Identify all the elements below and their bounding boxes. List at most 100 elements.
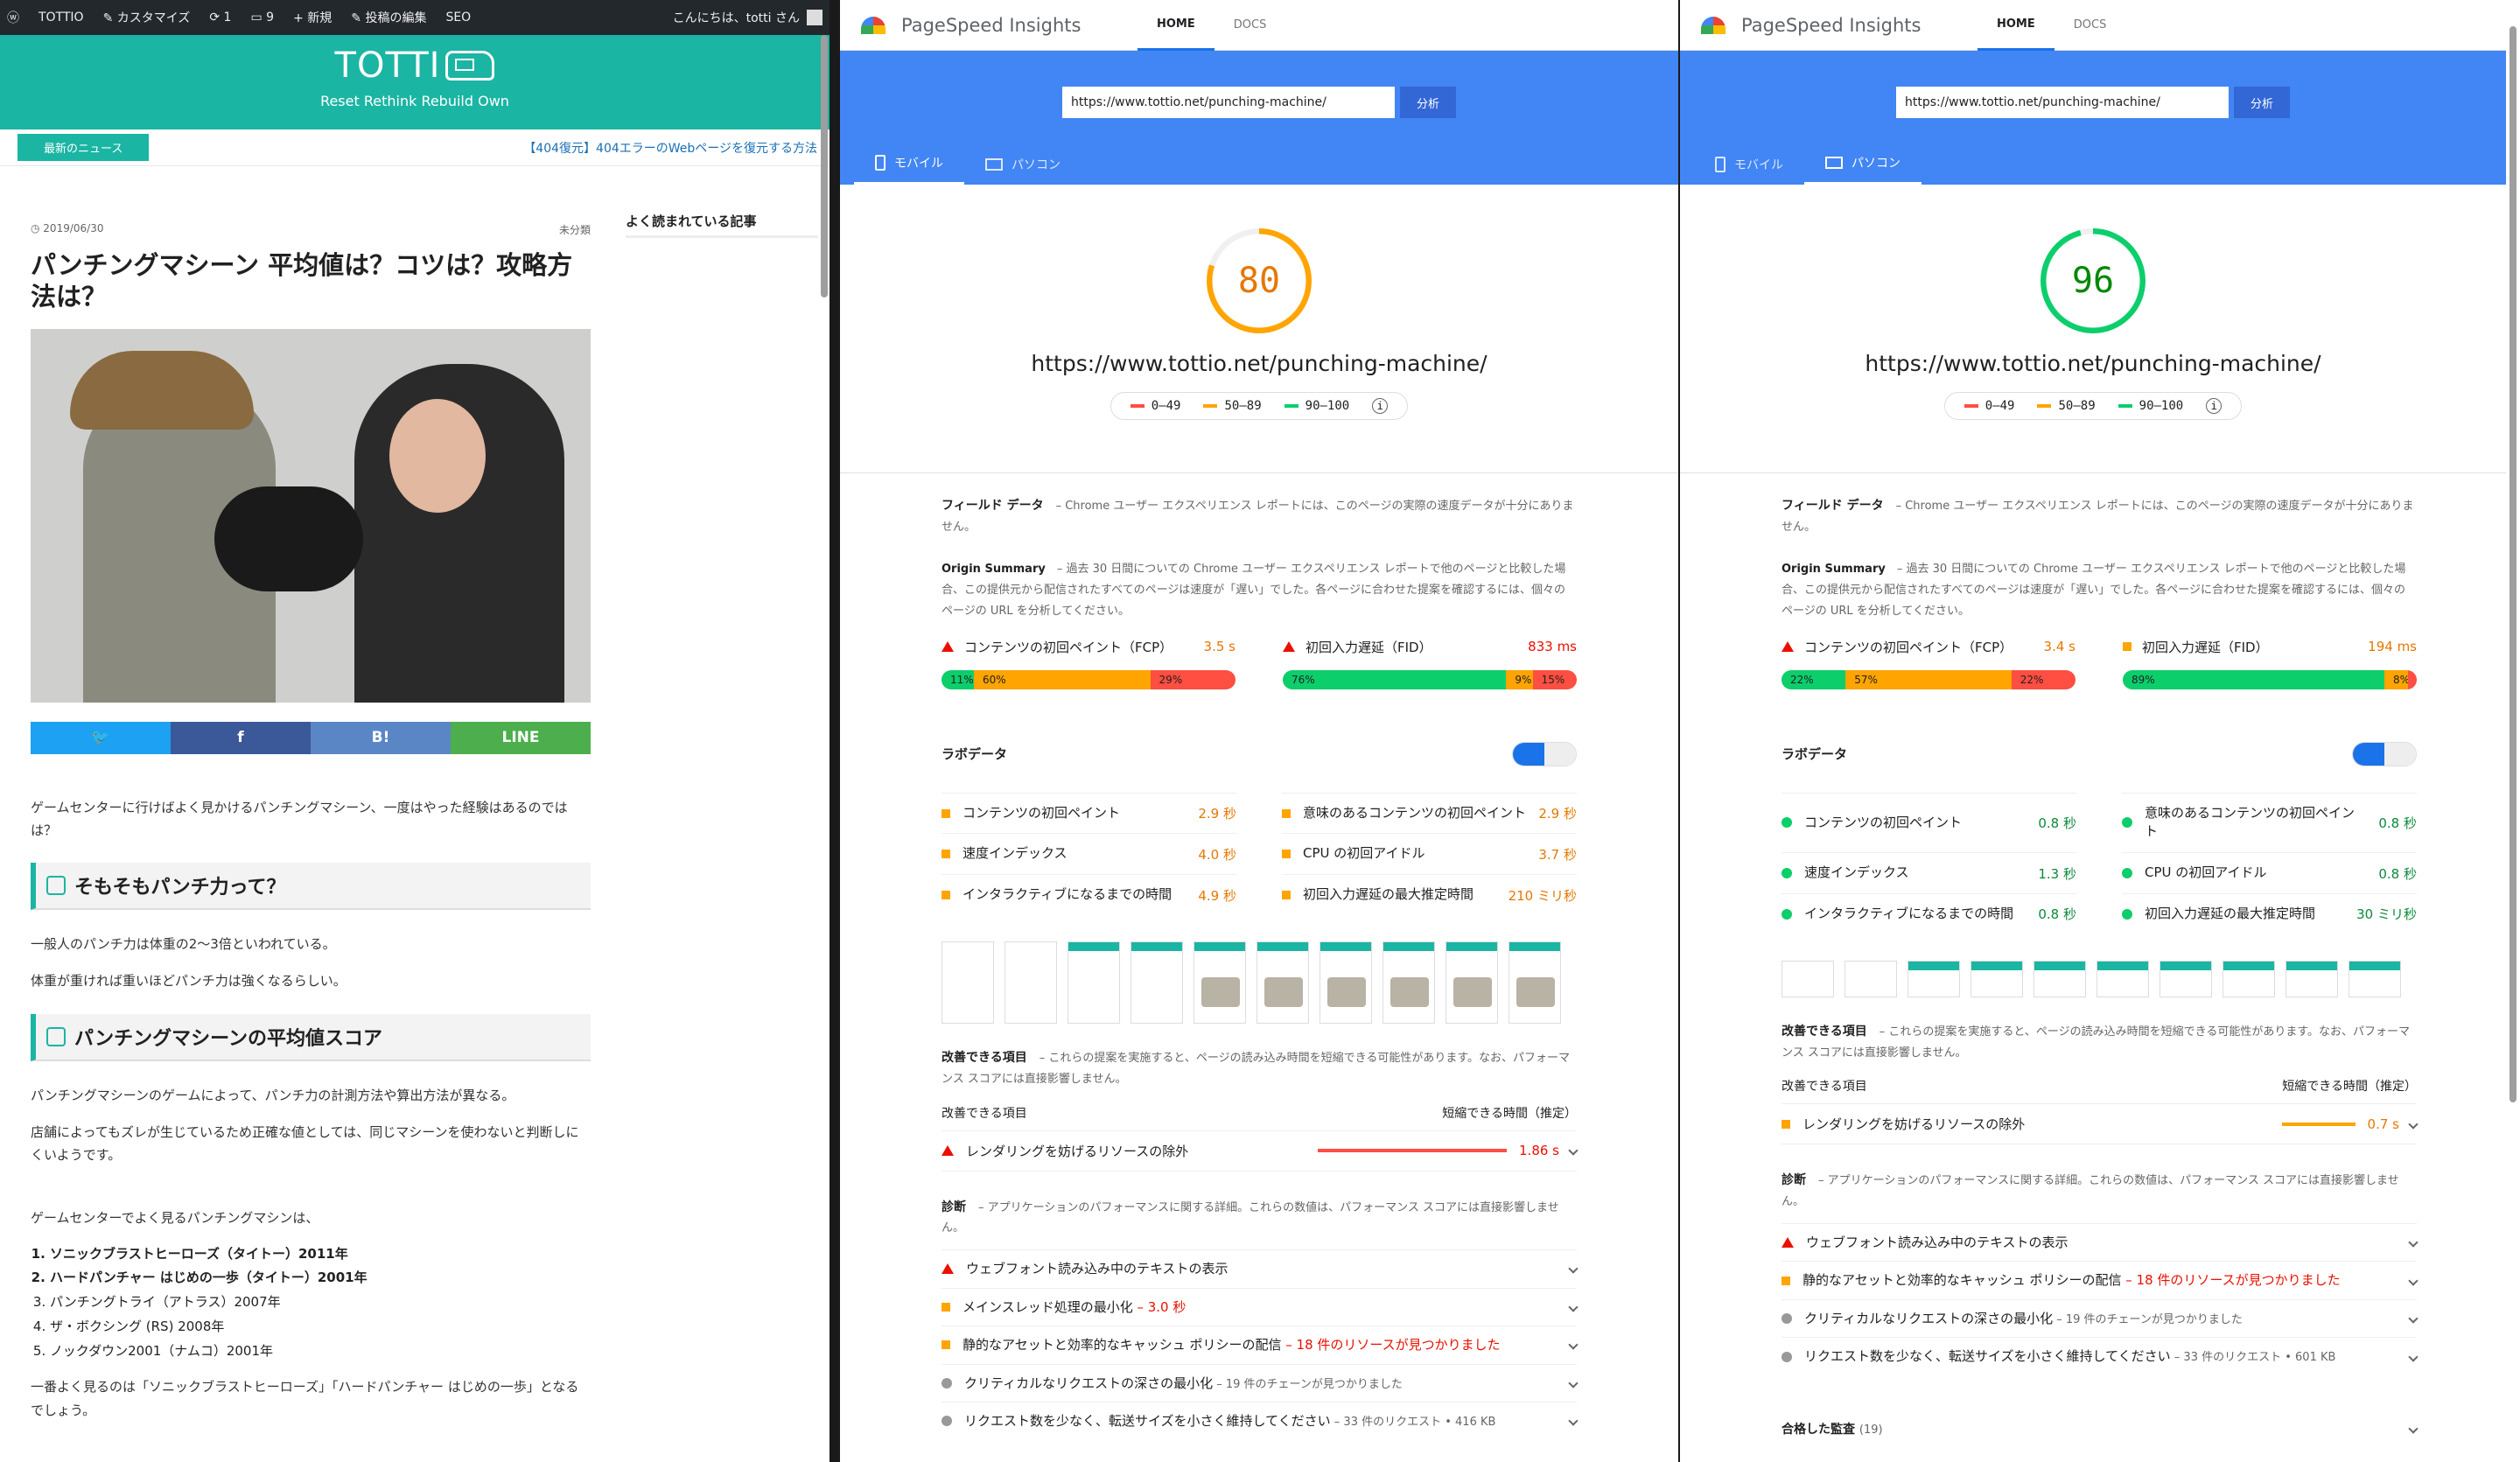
- opportunity-row[interactable]: レンダリングを妨げるリソースの除外 1.86 s: [942, 1130, 1578, 1172]
- wp-logo-icon[interactable]: ⓦ: [7, 9, 19, 26]
- analyze-button[interactable]: 分析: [2234, 87, 2290, 118]
- list-view-icon[interactable]: [2353, 742, 2384, 766]
- diagnostic-row[interactable]: ウェブフォント読み込み中のテキストの表示: [1782, 1222, 2418, 1262]
- tab-desktop-label: パソコン: [1012, 157, 1060, 172]
- diagnostic-row[interactable]: リクエスト数を少なく、転送サイズを小さく維持してください – 33 件のリクエス…: [1782, 1337, 2418, 1375]
- opportunity-row[interactable]: レンダリングを妨げるリソースの除外 0.7 s: [1782, 1103, 2418, 1145]
- opp-item-label: レンダリングを妨げるリソースの除外: [966, 1143, 1189, 1159]
- opportunities-columns: 改善できる項目 短縮できる時間（推定）: [942, 1104, 1577, 1122]
- paragraph: 一般人のパンチ力は体重の2〜3倍といわれている。: [31, 936, 336, 952]
- opp-savings-bar: [1318, 1149, 1508, 1153]
- site-header: TOTTI Reset Rethink Rebuild Own: [0, 35, 830, 129]
- url-input[interactable]: [1062, 87, 1395, 118]
- lab-metric-label: 意味のあるコンテンツの初回ペイント: [2145, 804, 2356, 840]
- list-view-icon[interactable]: [1513, 742, 1544, 766]
- admin-updates-link[interactable]: ⟳ 1: [209, 10, 231, 24]
- diagnostic-summary: – 18 件のリソースが見つかりました: [1281, 1337, 1501, 1354]
- chevron-down-icon[interactable]: [2408, 1276, 2418, 1286]
- hatena-share-button[interactable]: B!: [311, 721, 451, 754]
- analyze-button[interactable]: 分析: [1400, 87, 1456, 118]
- twitter-share-button[interactable]: 🐦: [31, 721, 171, 754]
- admin-updates-count: 1: [223, 10, 232, 24]
- filmstrip-frame: [942, 941, 994, 1024]
- chevron-down-icon[interactable]: [1568, 1302, 1578, 1312]
- admin-site-link[interactable]: TOTTIO: [38, 10, 84, 24]
- psi-mobile-window: PageSpeed Insights HOME DOCS 分析 モバイル パソコ…: [840, 0, 1678, 1462]
- diagnostic-summary: – 3.0 秒: [1132, 1298, 1186, 1315]
- nav-docs[interactable]: DOCS: [2054, 1, 2126, 49]
- lab-metric: 初回入力遅延の最大推定時間 210 ミリ秒: [1282, 874, 1577, 915]
- diagnostic-row[interactable]: クリティカルなリクエストの深さの最小化 – 19 件のチェーンが見つかりました: [1782, 1298, 2418, 1338]
- line-share-button[interactable]: LINE: [451, 721, 591, 754]
- info-icon[interactable]: i: [1372, 398, 1389, 414]
- scrollbar[interactable]: [821, 35, 828, 297]
- legend-pass: 90–100: [2118, 399, 2183, 413]
- chevron-down-icon[interactable]: [2408, 1313, 2418, 1324]
- tab-desktop[interactable]: パソコン: [964, 143, 1082, 185]
- admin-edit-post-link[interactable]: ✎ 投稿の編集: [351, 9, 426, 26]
- admin-account[interactable]: こんにちは、totti さん: [673, 9, 822, 26]
- diagnostic-row[interactable]: クリティカルなリクエストの深さの最小化 – 19 件のチェーンが見つかりました: [942, 1363, 1578, 1403]
- lab-metric: 意味のあるコンテンツの初回ペイント 0.8 秒: [2122, 792, 2417, 853]
- post-category[interactable]: 未分類: [559, 222, 591, 237]
- admin-customize-link[interactable]: ✎ カスタマイズ: [103, 9, 191, 26]
- info-circle-icon: [942, 1377, 952, 1389]
- tab-desktop[interactable]: パソコン: [1804, 143, 1922, 185]
- admin-new-link[interactable]: + 新規: [293, 9, 332, 26]
- diagnostic-label: ウェブフォント読み込み中のテキストの表示: [1806, 1234, 2068, 1250]
- detail-view-icon[interactable]: [2384, 742, 2416, 766]
- detail-view-icon[interactable]: [1544, 742, 1576, 766]
- fail-triangle-icon: [1782, 641, 1794, 653]
- filmstrip-frame: [2286, 960, 2338, 997]
- diagnostic-row[interactable]: 静的なアセットと効率的なキャッシュ ポリシーの配信 – 18 件のリソースが見つ…: [942, 1326, 1578, 1364]
- pass-circle-icon: [1782, 908, 1792, 920]
- psi-desktop-window: PageSpeed Insights HOME DOCS 分析 モバイル パソコ…: [1680, 0, 2506, 1462]
- dist-segment-slow: 29%: [1150, 669, 1236, 689]
- psi-url-bar: 分析 モバイル パソコン: [840, 51, 1678, 185]
- average-square-icon: [2123, 642, 2132, 652]
- psi-top-bar: PageSpeed Insights HOME DOCS: [840, 0, 1678, 51]
- chevron-down-icon[interactable]: [1568, 1378, 1578, 1389]
- diagnostic-row[interactable]: リクエスト数を少なく、転送サイズを小さく維持してください – 33 件のリクエス…: [942, 1402, 1578, 1440]
- chevron-down-icon[interactable]: [2408, 1352, 2418, 1362]
- lab-metric-label: 初回入力遅延の最大推定時間: [2145, 905, 2316, 921]
- site-tagline: Reset Rethink Rebuild Own: [320, 93, 509, 109]
- chevron-down-icon[interactable]: [2408, 1424, 2418, 1434]
- analyzed-url: https://www.tottio.net/punching-machine/: [1865, 351, 2321, 376]
- admin-seo-link[interactable]: SEO: [445, 10, 471, 24]
- diagnostic-row[interactable]: メインスレッド処理の最小化 – 3.0 秒: [942, 1287, 1578, 1326]
- chevron-down-icon[interactable]: [1568, 1263, 1578, 1275]
- lab-metrics: コンテンツの初回ペイント 0.8 秒意味のあるコンテンツの初回ペイント 0.8 秒速…: [1782, 792, 2417, 934]
- diagnostic-row[interactable]: 静的なアセットと効率的なキャッシュ ポリシーの配信 – 18 件のリソースが見つ…: [1782, 1261, 2418, 1299]
- chevron-down-icon[interactable]: [2408, 1237, 2418, 1248]
- lab-metric: 初回入力遅延の最大推定時間 30 ミリ秒: [2122, 892, 2417, 934]
- passed-audits-row[interactable]: 合格した監査 (19): [1782, 1410, 2418, 1447]
- diagnostic-row[interactable]: ウェブフォント読み込み中のテキストの表示: [942, 1249, 1578, 1288]
- news-ticker: 最新のニュース 【404復元】404エラーのWebページを復元する方法: [0, 129, 830, 166]
- view-toggle[interactable]: [1512, 741, 1577, 766]
- chevron-down-icon[interactable]: [2408, 1119, 2418, 1130]
- nav-docs[interactable]: DOCS: [1214, 1, 1286, 49]
- lab-data-header: ラボデータ: [942, 741, 1577, 766]
- filmstrip-frame: [1004, 941, 1057, 1024]
- site-logo[interactable]: TOTTI: [0, 35, 830, 86]
- performance-score-gauge: 80: [1207, 228, 1312, 333]
- info-circle-icon: [1782, 1313, 1792, 1325]
- admin-edit-label: 投稿の編集: [365, 11, 427, 25]
- nav-home[interactable]: HOME: [1978, 0, 2054, 51]
- scrollbar[interactable]: [2510, 26, 2516, 1102]
- facebook-share-button[interactable]: f: [171, 721, 311, 754]
- view-toggle[interactable]: [2352, 741, 2417, 766]
- chevron-down-icon[interactable]: [1568, 1416, 1578, 1427]
- chevron-down-icon[interactable]: [1568, 1340, 1578, 1351]
- tab-mobile[interactable]: モバイル: [1694, 143, 1804, 185]
- info-icon[interactable]: i: [2206, 398, 2222, 414]
- admin-comments-link[interactable]: ▭ 9: [250, 10, 274, 24]
- nav-home[interactable]: HOME: [1138, 0, 1214, 51]
- lab-metric-label: コンテンツの初回ペイント: [962, 804, 1121, 821]
- url-input[interactable]: [1896, 87, 2229, 118]
- news-link[interactable]: 【404復元】404エラーのWebページを復元する方法: [523, 139, 817, 157]
- tab-mobile[interactable]: モバイル: [854, 143, 964, 185]
- chevron-down-icon[interactable]: [1568, 1145, 1578, 1156]
- popular-posts-title: よく読まれている記事: [626, 212, 818, 238]
